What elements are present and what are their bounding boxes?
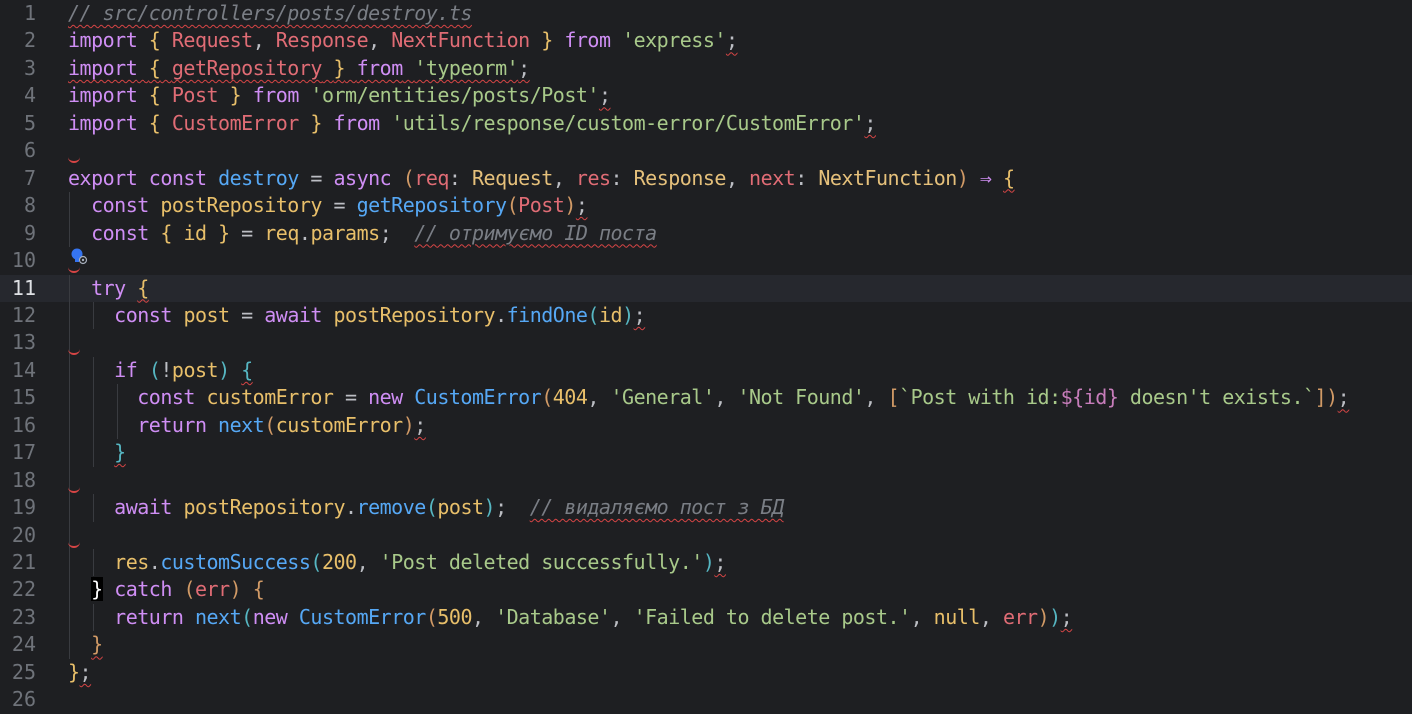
code-line[interactable]: 2 import { Request, Response, NextFuncti… bbox=[0, 27, 1412, 54]
code-line[interactable]: 15 const customError = new CustomError(4… bbox=[0, 384, 1412, 412]
code-line[interactable]: 5 import { CustomError } from 'utils/res… bbox=[0, 110, 1412, 137]
code-line[interactable]: 1 // src/controllers/posts/destroy.ts bbox=[0, 0, 1412, 27]
code-line[interactable]: 17 } bbox=[0, 439, 1412, 467]
code-text: await postRepository.remove(post); // ви… bbox=[114, 495, 784, 520]
line-number: 23 bbox=[11, 604, 36, 629]
line-number: 3 bbox=[23, 55, 36, 80]
code-line[interactable]: 4 import { Post } from 'orm/entities/pos… bbox=[0, 82, 1412, 109]
line-number: 12 bbox=[11, 302, 36, 327]
code-line[interactable]: 20 bbox=[0, 521, 1412, 549]
code-line[interactable]: 19 await postRepository.remove(post); //… bbox=[0, 494, 1412, 522]
line-number: 13 bbox=[11, 330, 36, 355]
code-line[interactable]: 9 const { id } = req.params; // отримуєм… bbox=[0, 219, 1412, 248]
code-line[interactable]: 13 bbox=[0, 329, 1412, 357]
error-marker bbox=[68, 485, 80, 493]
line-number: 5 bbox=[23, 110, 36, 135]
line-number: 14 bbox=[11, 357, 36, 382]
code-text: // src/controllers/posts/destroy.ts bbox=[68, 1, 472, 25]
line-number: 24 bbox=[11, 632, 36, 657]
line-number: 6 bbox=[23, 138, 36, 163]
code-line[interactable]: 16 return next(customError); bbox=[0, 411, 1412, 440]
code-text: export const destroy = async (req: Reque… bbox=[68, 165, 1015, 190]
code-text: const customError = new CustomError(404,… bbox=[137, 385, 1350, 410]
code-line[interactable]: 21 res.customSuccess(200, 'Post deleted … bbox=[0, 549, 1412, 577]
code-line[interactable]: 26 bbox=[0, 686, 1412, 713]
code-text: } catch (err) { bbox=[91, 577, 265, 602]
lightbulb-icon[interactable] bbox=[70, 247, 88, 265]
line-number: 25 bbox=[11, 659, 36, 684]
code-text: try { bbox=[91, 275, 149, 300]
code-text: } bbox=[114, 440, 126, 465]
line-number: 20 bbox=[11, 522, 36, 547]
code-text: import { Request, Response, NextFunction… bbox=[68, 28, 738, 53]
code-text: const { id } = req.params; // отримуємо … bbox=[91, 220, 657, 245]
code-line[interactable]: 12 const post = await postRepository.fin… bbox=[0, 301, 1412, 330]
code-line[interactable]: 24 } bbox=[0, 631, 1412, 659]
code-text: res.customSuccess(200, 'Post deleted suc… bbox=[114, 550, 726, 574]
line-number: 1 bbox=[23, 1, 36, 25]
code-line[interactable]: 3 import { getRepository } from 'typeorm… bbox=[0, 55, 1412, 82]
line-number: 21 bbox=[11, 550, 36, 574]
line-number: 9 bbox=[23, 220, 36, 245]
code-line-current[interactable]: 11 try { bbox=[0, 274, 1412, 302]
line-number: 16 bbox=[11, 412, 36, 437]
error-marker bbox=[68, 540, 80, 548]
line-number: 4 bbox=[23, 83, 36, 108]
code-text: } bbox=[91, 632, 103, 657]
line-number: 22 bbox=[11, 577, 36, 602]
code-text: }; bbox=[68, 659, 92, 684]
line-number: 15 bbox=[11, 385, 36, 410]
code-line[interactable]: 23 return next(new CustomError(500, 'Dat… bbox=[0, 603, 1412, 632]
line-number: 18 bbox=[11, 467, 36, 492]
code-text: return next(customError); bbox=[137, 412, 426, 437]
code-line[interactable]: 18 bbox=[0, 466, 1412, 495]
code-line[interactable]: 8 const postRepository = getRepository(P… bbox=[0, 192, 1412, 220]
code-line[interactable]: 10 bbox=[0, 247, 1412, 274]
line-number: 11 bbox=[11, 275, 36, 300]
line-number: 7 bbox=[23, 165, 36, 190]
code-text: import { Post } from 'orm/entities/posts… bbox=[68, 83, 611, 108]
code-line[interactable]: 6 bbox=[0, 137, 1412, 164]
error-marker bbox=[68, 155, 80, 164]
line-number: 10 bbox=[11, 248, 36, 273]
line-number: 17 bbox=[11, 440, 36, 465]
line-number: 19 bbox=[11, 495, 36, 520]
code-text: if (!post) { bbox=[114, 357, 253, 382]
code-text: const postRepository = getRepository(Pos… bbox=[91, 193, 588, 218]
code-text: import { getRepository } from 'typeorm'; bbox=[68, 55, 530, 80]
code-text: import { CustomError } from 'utils/respo… bbox=[68, 110, 876, 135]
code-editor[interactable]: 1 // src/controllers/posts/destroy.ts 2 … bbox=[0, 0, 1412, 712]
error-marker bbox=[68, 265, 80, 274]
code-line[interactable]: 7 export const destroy = async (req: Req… bbox=[0, 165, 1412, 192]
code-line[interactable]: 25 }; bbox=[0, 659, 1412, 686]
code-line[interactable]: 14 if (!post) { bbox=[0, 356, 1412, 385]
line-number: 26 bbox=[11, 687, 36, 712]
code-text: const post = await postRepository.findOn… bbox=[114, 302, 646, 327]
line-number: 8 bbox=[23, 193, 36, 218]
line-number: 2 bbox=[23, 28, 36, 53]
code-line[interactable]: 22 } catch (err) { bbox=[0, 576, 1412, 604]
code-text: return next(new CustomError(500, 'Databa… bbox=[114, 604, 1073, 629]
